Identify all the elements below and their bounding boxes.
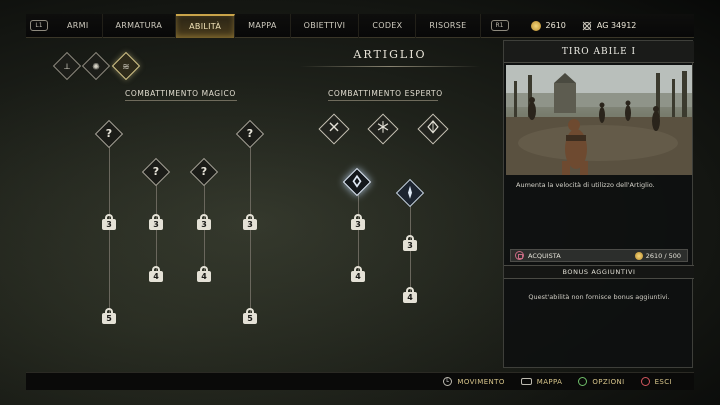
lock-icon[interactable]: 3 bbox=[149, 214, 163, 230]
cross-swords-icon bbox=[377, 121, 389, 133]
lock-icon[interactable]: 3 bbox=[102, 214, 116, 230]
skill-title: TIRO ABILE I bbox=[504, 41, 694, 63]
unknown-skill-node[interactable]: ? bbox=[141, 157, 171, 187]
l1-badge[interactable]: L1 bbox=[30, 20, 48, 31]
group-label-magic: COMBATTIMENTO MAGICO bbox=[125, 89, 236, 98]
lock-icon[interactable]: 5 bbox=[243, 308, 257, 324]
buy-label: ACQUISTA bbox=[528, 251, 561, 260]
left-stick-icon: L bbox=[443, 377, 453, 386]
buy-row[interactable]: ACQUISTA 2610 / 500 bbox=[510, 249, 688, 262]
lock-icon[interactable]: 3 bbox=[351, 214, 365, 230]
crossed-tools-node[interactable] bbox=[318, 113, 350, 145]
tree-connector bbox=[250, 146, 251, 316]
rune-stack-icon bbox=[352, 174, 362, 188]
hint-movement[interactable]: L MOVIMENTO bbox=[443, 377, 504, 386]
r1-badge[interactable]: R1 bbox=[490, 20, 509, 31]
lock-icon[interactable]: 3 bbox=[197, 214, 211, 230]
skills-screen: L1 ARMI ARMATURA ABILITÀ MAPPA OBIETTIVI… bbox=[0, 0, 720, 405]
tab-risorse[interactable]: RISORSE bbox=[416, 13, 481, 38]
unknown-skill-node[interactable]: ? bbox=[235, 119, 265, 149]
section-divider bbox=[300, 66, 480, 67]
top-menu-bar: L1 ARMI ARMATURA ABILITÀ MAPPA OBIETTIVI… bbox=[26, 13, 694, 38]
lock-icon[interactable]: 4 bbox=[403, 287, 417, 303]
group-divider-magic bbox=[125, 100, 237, 101]
axe-icon: ⟂ bbox=[63, 62, 70, 73]
selected-skill-node[interactable] bbox=[342, 167, 372, 197]
options-icon bbox=[578, 377, 588, 386]
bonus-title: BONUS AGGIUNTIVI bbox=[504, 265, 694, 279]
xp-icon bbox=[582, 21, 592, 30]
tab-mappa[interactable]: MAPPA bbox=[235, 13, 291, 38]
unknown-skill-node[interactable]: ? bbox=[189, 157, 219, 187]
touchpad-icon bbox=[520, 378, 532, 385]
hacksilver-amount: 2610 bbox=[545, 21, 566, 30]
buy-cost-value: 2610 / 500 bbox=[645, 251, 681, 260]
hacksilver-icon bbox=[530, 20, 541, 31]
buy-cost: 2610 / 500 bbox=[634, 251, 687, 260]
hint-exit[interactable]: ESCI bbox=[640, 377, 672, 386]
diamond-rune-icon bbox=[427, 120, 439, 134]
hint-map[interactable]: MAPPA bbox=[520, 378, 563, 386]
skill-detail-panel: TIRO ABILE I Aumenta la velocità di util… bbox=[503, 40, 694, 368]
skill-description: Aumenta la velocità di utilizzo dell'Art… bbox=[516, 181, 655, 189]
crossed-tools-icon bbox=[329, 122, 339, 132]
lock-icon[interactable]: 4 bbox=[197, 266, 211, 282]
lock-icon[interactable]: 3 bbox=[403, 235, 417, 251]
tab-abilita[interactable]: ABILITÀ bbox=[176, 13, 236, 38]
tree-connector bbox=[358, 194, 359, 274]
tree-connector bbox=[109, 146, 110, 316]
bonus-text: Quest'abilità non fornisce bonus aggiunt… bbox=[528, 293, 670, 301]
hint-options[interactable]: OPZIONI bbox=[578, 377, 624, 386]
xp-amount: AG 34912 bbox=[596, 21, 637, 30]
xp-counter: AG 34912 bbox=[582, 21, 637, 31]
lock-icon[interactable]: 4 bbox=[351, 266, 365, 282]
axe-category-icon[interactable]: ⟂ bbox=[52, 51, 82, 81]
tab-codex[interactable]: CODEX bbox=[359, 13, 417, 38]
hacksilver-counter: 2610 bbox=[530, 20, 566, 31]
lock-icon[interactable]: 5 bbox=[102, 308, 116, 324]
arrow-down-icon bbox=[408, 185, 412, 199]
battle-scene-illustration bbox=[506, 65, 692, 175]
claw-category-icon[interactable]: ≋ bbox=[111, 51, 141, 81]
group-label-expert: COMBATTIMENTO ESPERTO bbox=[328, 89, 443, 98]
group-divider-expert bbox=[328, 100, 438, 101]
lock-icon[interactable]: 3 bbox=[243, 214, 257, 230]
tab-obiettivi[interactable]: OBIETTIVI bbox=[291, 13, 360, 38]
control-hints-bar: L MOVIMENTO MAPPA OPZIONI ESCI bbox=[26, 372, 694, 390]
cross-swords-node[interactable] bbox=[367, 113, 399, 145]
section-title: ARTIGLIO bbox=[353, 48, 427, 61]
emblem-icon: ✺ bbox=[92, 62, 100, 73]
diamond-rune-node[interactable] bbox=[417, 113, 449, 145]
skill-preview-image bbox=[506, 65, 692, 175]
claw-icon: ≋ bbox=[122, 62, 130, 73]
emblem-category-icon[interactable]: ✺ bbox=[81, 51, 111, 81]
lock-icon[interactable]: 4 bbox=[149, 266, 163, 282]
circle-button-icon bbox=[640, 377, 650, 386]
xp-coin-icon bbox=[634, 251, 643, 260]
square-button-icon bbox=[515, 251, 524, 260]
tab-armi[interactable]: ARMI bbox=[54, 13, 103, 38]
tab-armatura[interactable]: ARMATURA bbox=[103, 13, 177, 38]
unknown-skill-node[interactable]: ? bbox=[94, 119, 124, 149]
available-skill-node[interactable] bbox=[395, 178, 425, 208]
